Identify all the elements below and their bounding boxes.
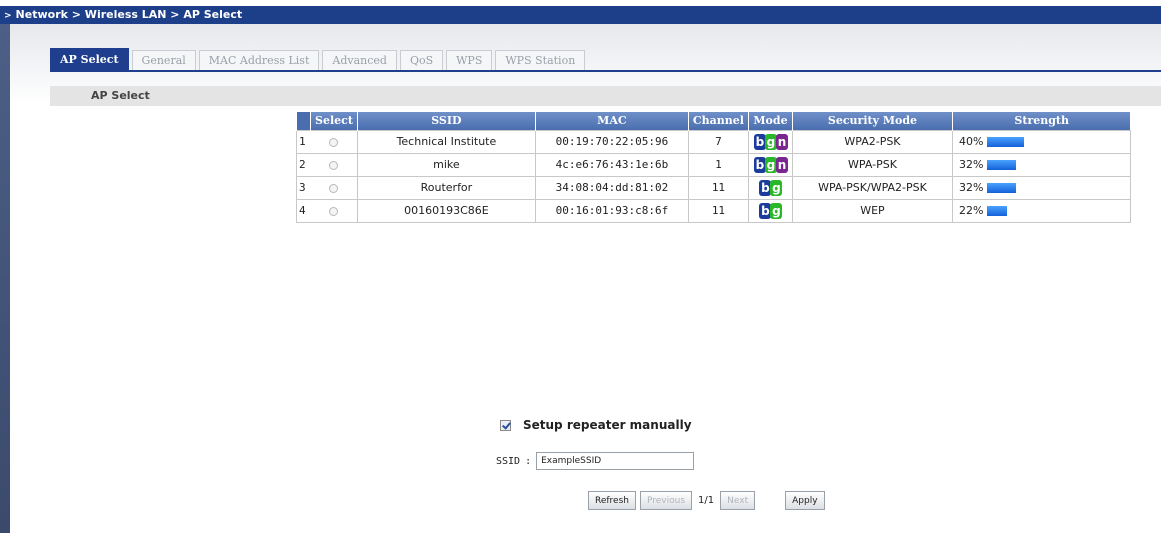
- strength-bar: [987, 206, 1008, 216]
- row-security-mode: WPA-PSK/WPA2-PSK: [791, 175, 953, 200]
- row-mac: 4c:e6:76:43:1e:6b: [534, 152, 689, 177]
- header-select: Select: [310, 112, 358, 130]
- ssid-input[interactable]: [536, 452, 695, 470]
- row-channel: 7: [687, 129, 749, 154]
- tab-general[interactable]: General: [131, 50, 196, 70]
- page-indicator: 1/1: [698, 495, 715, 506]
- row-index: 3: [296, 175, 311, 200]
- header-strength: Strength: [951, 112, 1131, 130]
- table-header-row: Select SSID MAC Channel Mode Security Mo…: [296, 112, 1131, 130]
- breadcrumb-arrow-icon: >: [4, 11, 12, 21]
- strength-bar: [987, 137, 1025, 147]
- tab-bar: AP Select General MAC Address List Advan…: [50, 48, 588, 70]
- row-mac: 34:08:04:dd:81:02: [534, 175, 689, 200]
- strength-text: 32%: [958, 181, 984, 194]
- section-title: AP Select: [50, 86, 1161, 106]
- tab-qos[interactable]: QoS: [399, 50, 444, 70]
- refresh-button[interactable]: Refresh: [588, 491, 636, 510]
- strength-text: 32%: [958, 158, 984, 171]
- row-index: 4: [296, 198, 311, 223]
- header-index: [296, 112, 311, 130]
- tab-underline: [50, 70, 1161, 72]
- row-strength: 40%: [951, 129, 1131, 154]
- header-mode: Mode: [747, 112, 793, 130]
- ssid-field-row: SSID :: [496, 452, 695, 470]
- row-select-cell: [310, 152, 358, 177]
- tab-wps[interactable]: WPS: [446, 50, 493, 70]
- mode-bg-icon: bg: [759, 202, 783, 219]
- row-index: 1: [296, 129, 311, 154]
- setup-repeater-label: Setup repeater manually: [523, 418, 692, 432]
- row-mode: bg: [747, 198, 793, 223]
- row-select-radio[interactable]: [329, 183, 339, 193]
- row-channel: 1: [687, 152, 749, 177]
- row-select-radio[interactable]: [329, 206, 339, 216]
- row-channel: 11: [687, 175, 749, 200]
- caption-fragment: [0, 0, 28, 11]
- strength-bar: [987, 183, 1017, 193]
- row-strength: 32%: [951, 175, 1131, 200]
- setup-repeater-option: Setup repeater manually: [500, 418, 692, 432]
- table-row[interactable]: 2 mike 4c:e6:76:43:1e:6b 1 bgn WPA-PSK 3…: [296, 152, 1131, 177]
- app-window: > Network > Wireless LAN > AP Select AP S…: [0, 0, 1161, 533]
- header-security-mode: Security Mode: [791, 112, 953, 130]
- ssid-separator: :: [525, 455, 532, 467]
- strength-bar: [987, 160, 1017, 170]
- header-ssid: SSID: [356, 112, 536, 130]
- strength-text: 40%: [958, 135, 984, 148]
- ap-list-table: Select SSID MAC Channel Mode Security Mo…: [296, 112, 1131, 223]
- tab-wps-station[interactable]: WPS Station: [495, 50, 586, 70]
- mode-bgn-icon: bgn: [753, 156, 788, 173]
- mode-bgn-icon: bgn: [753, 133, 788, 150]
- row-mode: bgn: [747, 129, 793, 154]
- apply-button[interactable]: Apply: [785, 491, 825, 510]
- row-mode: bg: [747, 175, 793, 200]
- header-mac: MAC: [534, 112, 689, 130]
- mode-g-icon: g: [770, 179, 783, 196]
- left-sidebar-rail: [0, 24, 10, 533]
- row-security-mode: WEP: [791, 198, 953, 223]
- row-security-mode: WPA2-PSK: [791, 129, 953, 154]
- mode-n-icon: n: [775, 133, 788, 150]
- row-select-radio[interactable]: [329, 160, 339, 170]
- table-row[interactable]: 3 Routerfor 34:08:04:dd:81:02 11 bg WPA-…: [296, 175, 1131, 200]
- row-strength: 32%: [951, 152, 1131, 177]
- row-ssid: 00160193C86E: [356, 198, 536, 223]
- row-select-cell: [310, 129, 358, 154]
- row-index: 2: [296, 152, 311, 177]
- previous-button[interactable]: Previous: [640, 491, 693, 510]
- tab-advanced[interactable]: Advanced: [322, 50, 397, 70]
- row-select-cell: [310, 198, 358, 223]
- row-channel: 11: [687, 198, 749, 223]
- row-mac: 00:16:01:93:c8:6f: [534, 198, 689, 223]
- row-mac: 00:19:70:22:05:96: [534, 129, 689, 154]
- ssid-label: SSID: [496, 455, 521, 467]
- tab-mac-address-list[interactable]: MAC Address List: [198, 50, 320, 70]
- mode-n-icon: n: [775, 156, 788, 173]
- row-select-radio[interactable]: [329, 137, 339, 147]
- setup-repeater-checkbox[interactable]: [500, 419, 511, 431]
- next-button[interactable]: Next: [720, 491, 756, 510]
- table-row[interactable]: 1 Technical Institute 00:19:70:22:05:96 …: [296, 129, 1131, 154]
- strength-text: 22%: [958, 204, 984, 217]
- row-ssid: Routerfor: [356, 175, 536, 200]
- breadcrumb: > Network > Wireless LAN > AP Select: [0, 6, 1161, 24]
- breadcrumb-text: Network > Wireless LAN > AP Select: [15, 8, 243, 21]
- row-mode: bgn: [747, 152, 793, 177]
- mode-g-icon: g: [770, 202, 783, 219]
- row-security-mode: WPA-PSK: [791, 152, 953, 177]
- row-ssid: mike: [356, 152, 536, 177]
- table-row[interactable]: 4 00160193C86E 00:16:01:93:c8:6f 11 bg W…: [296, 198, 1131, 223]
- tab-ap-select[interactable]: AP Select: [50, 48, 129, 70]
- action-buttons: Refresh Previous 1/1 Next Apply: [588, 491, 829, 510]
- row-strength: 22%: [951, 198, 1131, 223]
- row-select-cell: [310, 175, 358, 200]
- header-channel: Channel: [687, 112, 749, 130]
- row-ssid: Technical Institute: [356, 129, 536, 154]
- mode-bg-icon: bg: [759, 179, 783, 196]
